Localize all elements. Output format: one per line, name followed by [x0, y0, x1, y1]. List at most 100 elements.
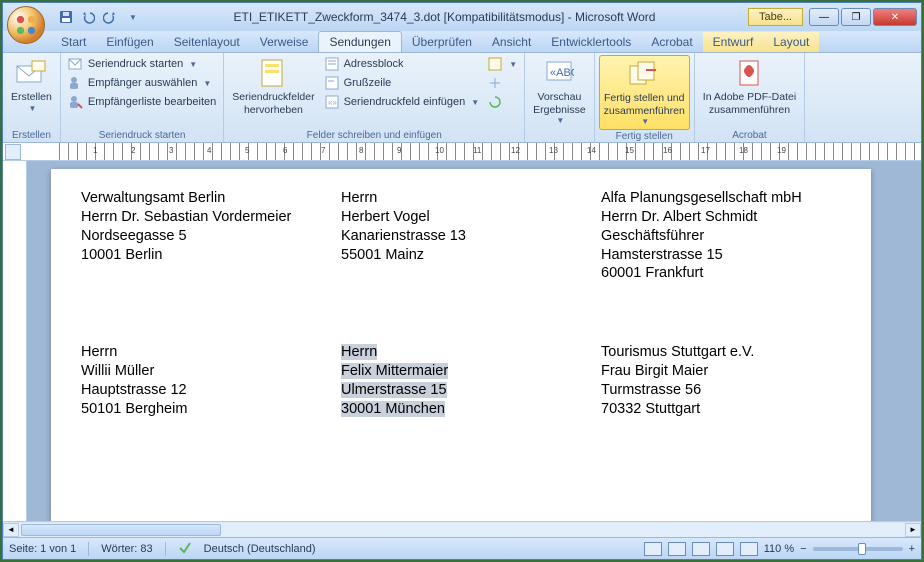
window-title: ETI_ETIKETT_Zweckform_3474_3.dot [Kompat… [141, 10, 748, 24]
label-cell[interactable]: Alfa Planungsgesellschaft mbHHerrn Dr. A… [601, 189, 841, 283]
vertical-ruler[interactable] [3, 161, 27, 521]
label-cell[interactable]: HerrnHerbert VogelKanarienstrasse 135500… [341, 189, 581, 283]
tab-ueberpruefen[interactable]: Überprüfen [402, 32, 482, 52]
zoom-slider[interactable] [813, 547, 903, 551]
zoom-in-button[interactable]: + [909, 543, 915, 555]
ruler-number: 13 [549, 146, 558, 155]
insert-field-icon: «» [324, 94, 340, 110]
ruler-number: 10 [435, 146, 444, 155]
label-cell[interactable]: Tourismus Stuttgart e.V.Frau Birgit Maie… [601, 343, 841, 418]
view-web-button[interactable] [692, 542, 710, 556]
grusszeile-button[interactable]: Grußzeile [321, 74, 483, 92]
horizontal-scrollbar[interactable]: ◄ ► [3, 521, 921, 537]
fertig-stellen-button[interactable]: Fertig stellen und zusammenführen▼ [599, 55, 690, 130]
tab-sendungen[interactable]: Sendungen [318, 31, 401, 52]
undo-icon[interactable] [79, 8, 97, 26]
pdf-icon [733, 57, 765, 89]
seriendruck-starten-button[interactable]: Seriendruck starten▼ [65, 55, 219, 73]
empfaengerliste-bearbeiten-button[interactable]: Empfängerliste bearbeiten [65, 93, 219, 111]
svg-text:«»: «» [328, 98, 337, 107]
ruler-number: 19 [777, 146, 786, 155]
tab-verweise[interactable]: Verweise [250, 32, 319, 52]
tab-entwicklertools[interactable]: Entwicklertools [541, 32, 641, 52]
ribbon: Erstellen▼ Erstellen Seriendruck starten… [3, 53, 921, 143]
ruler-number: 5 [245, 146, 249, 155]
scroll-right-button[interactable]: ► [905, 523, 921, 537]
tab-seitenlayout[interactable]: Seitenlayout [164, 32, 250, 52]
rules-icon [487, 56, 503, 72]
ruler-number: 16 [663, 146, 672, 155]
status-language[interactable]: Deutsch (Deutschland) [204, 543, 316, 555]
seriendruckfelder-hervorheben-button[interactable]: Seriendruckfelder hervorheben [228, 55, 318, 118]
group-vorschau: «ABC» Vorschau Ergebnisse▼ [525, 53, 595, 142]
ruler-number: 17 [701, 146, 710, 155]
mailmerge-start-icon [68, 56, 84, 72]
match-fields-button[interactable] [484, 74, 520, 92]
office-button[interactable] [7, 6, 45, 44]
adressblock-button[interactable]: Adressblock [321, 55, 483, 73]
ruler-number: 7 [321, 146, 325, 155]
preview-icon: «ABC» [543, 57, 575, 89]
view-fullscreen-button[interactable] [668, 542, 686, 556]
label-cell[interactable]: Verwaltungsamt BerlinHerrn Dr. Sebastian… [81, 189, 321, 283]
tab-acrobat[interactable]: Acrobat [641, 32, 702, 52]
scroll-track[interactable] [19, 523, 905, 537]
group-erstellen: Erstellen▼ Erstellen [3, 53, 61, 142]
redo-icon[interactable] [101, 8, 119, 26]
document-page[interactable]: Verwaltungsamt BerlinHerrn Dr. Sebastian… [51, 169, 871, 521]
tab-einfuegen[interactable]: Einfügen [96, 32, 163, 52]
erstellen-button[interactable]: Erstellen▼ [7, 55, 56, 115]
ruler-number: 15 [625, 146, 634, 155]
app-window: ▼ ETI_ETIKETT_Zweckform_3474_3.dot [Komp… [2, 2, 922, 560]
minimize-button[interactable]: — [809, 8, 839, 26]
recipients-edit-icon [68, 94, 84, 110]
horizontal-ruler[interactable]: 12345678910111213141516171819 [3, 143, 921, 161]
ruler-number: 6 [283, 146, 287, 155]
tab-start[interactable]: Start [51, 32, 96, 52]
group-fertig-stellen: Fertig stellen und zusammenführen▼ Ferti… [595, 53, 695, 142]
close-button[interactable]: ✕ [873, 8, 917, 26]
ruler-number: 3 [169, 146, 173, 155]
rules-button[interactable]: ▼ [484, 55, 520, 73]
titlebar: ▼ ETI_ETIKETT_Zweckform_3474_3.dot [Komp… [3, 3, 921, 31]
highlight-label: Seriendruckfelder hervorheben [232, 91, 314, 116]
svg-text:«ABC»: «ABC» [550, 67, 574, 79]
status-words[interactable]: Wörter: 83 [101, 543, 152, 555]
ruler-number: 2 [131, 146, 135, 155]
scroll-left-button[interactable]: ◄ [3, 523, 19, 537]
qat-dropdown-icon[interactable]: ▼ [123, 8, 141, 26]
tab-layout[interactable]: Layout [763, 32, 819, 52]
adobe-label: In Adobe PDF-Datei zusammenführen [703, 91, 796, 116]
view-outline-button[interactable] [716, 542, 734, 556]
zoom-out-button[interactable]: − [800, 543, 806, 555]
group-felder-schreiben: Seriendruckfelder hervorheben Adressbloc… [224, 53, 525, 142]
status-page[interactable]: Seite: 1 von 1 [9, 543, 76, 555]
seriendruckfeld-einfuegen-button[interactable]: «»Seriendruckfeld einfügen▼ [321, 93, 483, 111]
label-cell[interactable]: HerrnWillii MüllerHauptstrasse 1250101 B… [81, 343, 321, 418]
window-controls: — ❐ ✕ [807, 8, 917, 26]
addressblock-icon [324, 56, 340, 72]
ruler-corner-button[interactable] [5, 144, 21, 160]
view-draft-button[interactable] [740, 542, 758, 556]
tab-entwurf[interactable]: Entwurf [703, 32, 764, 52]
zoom-level[interactable]: 110 % [764, 543, 794, 555]
adobe-pdf-button[interactable]: In Adobe PDF-Datei zusammenführen [699, 55, 800, 118]
proofing-icon[interactable] [178, 540, 192, 557]
vorschau-ergebnisse-button[interactable]: «ABC» Vorschau Ergebnisse▼ [529, 55, 590, 128]
ribbon-tabs: Start Einfügen Seitenlayout Verweise Sen… [3, 31, 921, 53]
match-icon [487, 75, 503, 91]
save-icon[interactable] [57, 8, 75, 26]
tab-ansicht[interactable]: Ansicht [482, 32, 541, 52]
empfaenger-auswaehlen-button[interactable]: Empfänger auswählen▼ [65, 74, 219, 92]
scroll-thumb[interactable] [21, 524, 221, 536]
view-print-layout-button[interactable] [644, 542, 662, 556]
highlight-fields-icon [257, 57, 289, 89]
zoom-thumb[interactable] [858, 543, 866, 555]
ruler-number: 1 [93, 146, 97, 155]
finish-merge-icon [628, 58, 660, 90]
update-labels-button[interactable] [484, 93, 520, 111]
ruler-number: 18 [739, 146, 748, 155]
contextual-tab-label: Tabe... [748, 8, 803, 26]
label-cell-selected[interactable]: HerrnFelix MittermaierUlmerstrasse 15300… [341, 343, 581, 418]
maximize-button[interactable]: ❐ [841, 8, 871, 26]
